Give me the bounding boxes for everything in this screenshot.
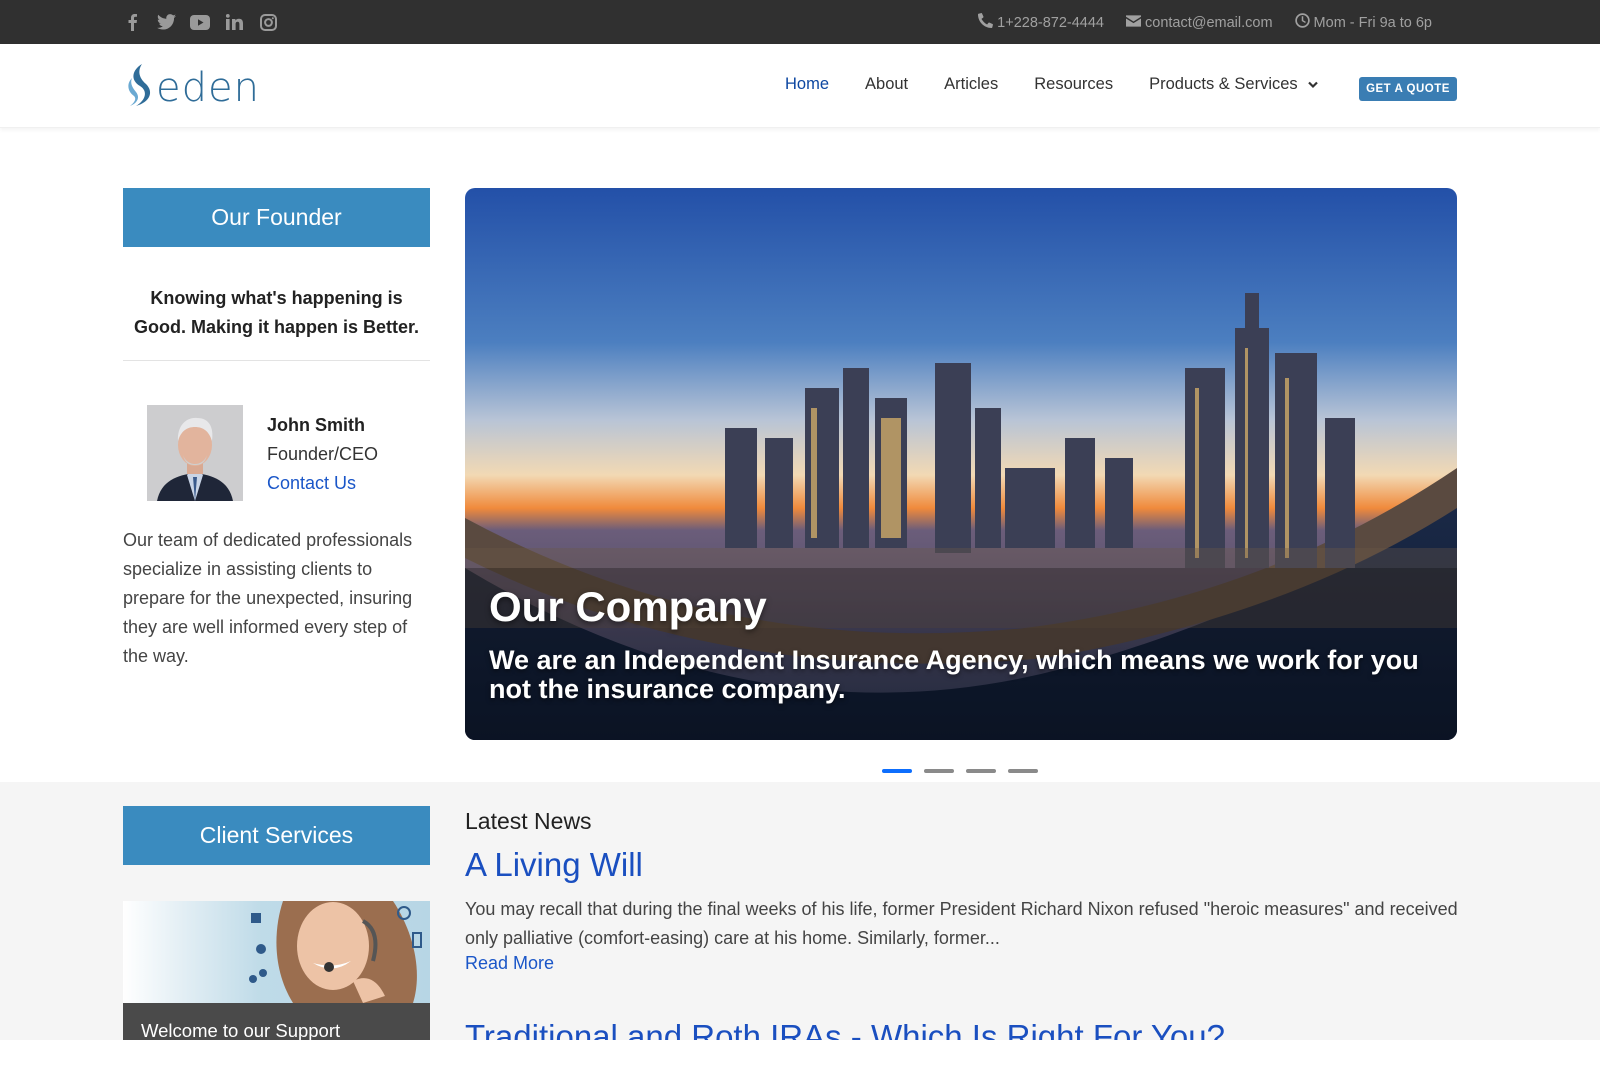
social-links (122, 12, 278, 32)
founder-heading: Our Founder (123, 188, 430, 247)
support-agent-image (123, 901, 430, 1003)
linkedin-icon[interactable] (224, 12, 244, 32)
business-hours: Mom - Fri 9a to 6p (1313, 14, 1432, 31)
news-item-title[interactable]: A Living Will (465, 846, 643, 884)
news-item-excerpt: You may recall that during the final wee… (465, 899, 1458, 948)
support-card-caption: Welcome to our Support (123, 1003, 430, 1040)
founder-quote: Knowing what's happening is Good. Making… (133, 288, 420, 337)
hero-subtitle: We are an Independent Insurance Agency, … (489, 645, 1419, 704)
nav-products-services[interactable]: Products & Services (1149, 75, 1318, 94)
team-description: Our team of dedicated professionals spec… (123, 530, 413, 666)
get-a-quote-button[interactable]: GET A QUOTE (1359, 77, 1457, 101)
envelope-icon (1126, 14, 1141, 31)
hero-carousel[interactable]: Our Company We are an Independent Insura… (465, 188, 1457, 740)
nav-resources[interactable]: Resources (1034, 75, 1113, 94)
founder-avatar (147, 405, 243, 501)
top-bar: 1+228-872-4444 contact@email.com Mom - F… (0, 0, 1600, 44)
hours-item: Mom - Fri 9a to 6p (1294, 13, 1432, 32)
read-more-link[interactable]: Read More (465, 953, 554, 974)
logo-text: eden (156, 64, 260, 111)
founder-name: John Smith (267, 415, 365, 435)
carousel-indicator-3[interactable] (966, 769, 996, 773)
nav-products-services-label: Products & Services (1149, 75, 1298, 93)
page-bottom (0, 1040, 1600, 1067)
instagram-icon[interactable] (258, 12, 278, 32)
carousel-indicator-1[interactable] (882, 769, 912, 773)
clock-icon (1294, 13, 1310, 32)
nav-articles[interactable]: Articles (944, 75, 998, 94)
latest-news-label: Latest News (465, 808, 592, 834)
nav-home[interactable]: Home (785, 75, 829, 94)
email-address: contact@email.com (1145, 14, 1273, 31)
founder-role: Founder/CEO (267, 444, 379, 464)
hero-title: Our Company (489, 583, 767, 630)
twitter-icon[interactable] (156, 12, 176, 32)
main-nav: Home About Articles Resources Products &… (785, 75, 1318, 94)
contact-us-link[interactable]: Contact Us (267, 473, 356, 493)
logo[interactable]: eden (124, 62, 260, 113)
facebook-icon[interactable] (122, 12, 142, 32)
email-item[interactable]: contact@email.com (1126, 15, 1273, 31)
divider (123, 360, 430, 361)
carousel-indicator-4[interactable] (1008, 769, 1038, 773)
carousel-indicator-2[interactable] (924, 769, 954, 773)
flame-logo-icon (124, 62, 154, 113)
phone-icon (978, 13, 994, 32)
support-card[interactable]: Welcome to our Support (123, 901, 430, 1040)
phone-item[interactable]: 1+228-872-4444 (978, 13, 1104, 32)
founder-info: John Smith Founder/CEO Contact Us (267, 411, 378, 498)
nav-about[interactable]: About (865, 75, 908, 94)
client-services-heading: Client Services (123, 806, 430, 865)
carousel-indicators (882, 769, 1038, 773)
contact-info: 1+228-872-4444 contact@email.com Mom - F… (978, 13, 1432, 32)
site-header: eden Home About Articles Resources Produ… (0, 44, 1600, 128)
youtube-icon[interactable] (190, 12, 210, 32)
chevron-down-icon (1307, 75, 1318, 94)
phone-number: 1+228-872-4444 (997, 14, 1104, 31)
